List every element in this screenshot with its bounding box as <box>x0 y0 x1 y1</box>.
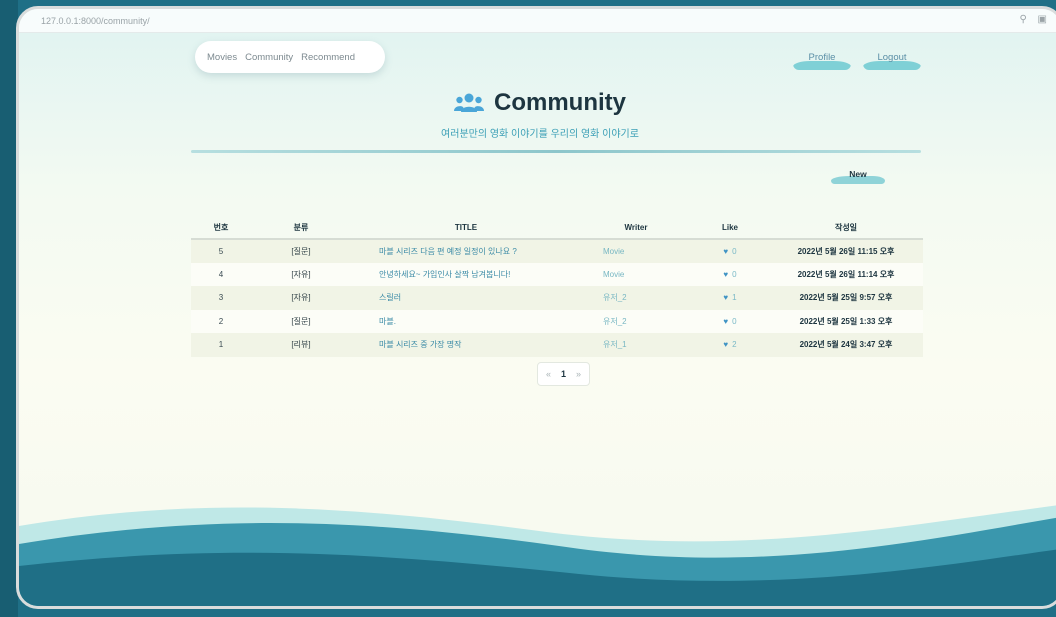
row-category: [자유] <box>251 286 351 310</box>
nav-link-recommend[interactable]: Recommend <box>301 52 355 63</box>
row-number: 2 <box>191 309 251 333</box>
browser-screen: 127.0.0.1:8000/community/ ⚲ ▣ Movies Com… <box>16 6 1056 609</box>
row-date: 2022년 5월 26일 11:15 오후 <box>769 239 923 263</box>
users-icon <box>454 93 484 112</box>
row-number: 3 <box>191 286 251 310</box>
row-title-link[interactable]: 마블 시리즈 다음 편 예정 일정이 있나요 ? <box>351 239 581 263</box>
row-number: 5 <box>191 239 251 263</box>
row-likes: ♥ 1 <box>691 286 769 310</box>
main-nav: Movies Community Recommend <box>195 41 385 73</box>
column-header-category: 분류 <box>251 217 351 240</box>
row-date: 2022년 5월 25일 1:33 오후 <box>769 309 923 333</box>
like-count: 2 <box>732 340 737 350</box>
next-page-button[interactable]: » <box>576 369 581 379</box>
row-writer: Movie <box>581 262 691 286</box>
profile-button-label: Profile <box>808 51 836 63</box>
row-likes: ♥ 2 <box>691 333 769 357</box>
row-category: [질문] <box>251 309 351 333</box>
prev-page-button[interactable]: « <box>546 369 551 379</box>
page-title-text: Community <box>494 89 626 116</box>
row-date: 2022년 5월 25일 9:57 오후 <box>769 286 923 310</box>
row-likes: ♥ 0 <box>691 262 769 286</box>
new-post-label: New <box>849 169 867 179</box>
heart-icon: ♥ <box>723 246 729 256</box>
logout-button-label: Logout <box>877 51 907 63</box>
like-count: 0 <box>732 316 737 326</box>
search-icon[interactable]: ⚲ <box>1019 14 1026 25</box>
table-row[interactable]: 5 [질문] 마블 시리즈 다음 편 예정 일정이 있나요 ? Movie ♥ 0… <box>191 239 923 263</box>
table-row[interactable]: 3 [자유] 스릴러 유저_2 ♥ 1 2022년 5월 25일 9:57 오후 <box>191 286 923 310</box>
nav-link-community[interactable]: Community <box>245 52 293 63</box>
row-title-link[interactable]: 마블 시리즈 중 가장 명작 <box>351 333 581 357</box>
translate-icon[interactable]: ▣ <box>1038 14 1047 25</box>
table-row[interactable]: 2 [질문] 마블. 유저_2 ♥ 0 2022년 5월 25일 1:33 오후 <box>191 309 923 333</box>
row-date: 2022년 5월 24일 3:47 오후 <box>769 333 923 357</box>
column-header-writer: Writer <box>581 217 691 240</box>
logout-button[interactable]: Logout <box>863 44 921 70</box>
row-number: 1 <box>191 333 251 357</box>
url-text[interactable]: 127.0.0.1:8000/community/ <box>41 16 150 26</box>
row-category: [리뷰] <box>251 333 351 357</box>
page-subtitle: 여러분만의 영화 이야기를 우리의 영화 이야기로 <box>441 129 639 140</box>
row-category: [질문] <box>251 239 351 263</box>
community-table: 번호 분류 TITLE Writer Like 작성일 5 [질문] 마블 시리… <box>191 217 923 357</box>
column-header-number: 번호 <box>191 217 251 240</box>
like-count: 1 <box>732 293 737 303</box>
row-writer: Movie <box>581 239 691 263</box>
page-header: Community 여러분만의 영화 이야기를 우리의 영화 이야기로 <box>19 89 1056 140</box>
row-category: [자유] <box>251 262 351 286</box>
page-1-button[interactable]: 1 <box>561 369 566 379</box>
row-likes: ♥ 0 <box>691 239 769 263</box>
row-writer: 유저_2 <box>581 309 691 333</box>
header-divider <box>191 150 921 153</box>
row-number: 4 <box>191 262 251 286</box>
footer-waves <box>19 505 1056 606</box>
pagination: « 1 » <box>537 362 591 386</box>
row-writer: 유저_1 <box>581 333 691 357</box>
row-likes: ♥ 0 <box>691 309 769 333</box>
address-bar[interactable]: 127.0.0.1:8000/community/ ⚲ ▣ <box>19 9 1056 33</box>
like-count: 0 <box>732 269 737 279</box>
row-title-link[interactable]: 스릴러 <box>351 286 581 310</box>
page-title: Community <box>454 89 626 117</box>
heart-icon: ♥ <box>723 340 729 350</box>
column-header-like: Like <box>691 217 769 240</box>
new-post-button[interactable]: New <box>831 164 885 184</box>
like-count: 0 <box>732 246 737 256</box>
row-date: 2022년 5월 26일 11:14 오후 <box>769 262 923 286</box>
table-row[interactable]: 4 [자유] 안녕하세요~ 가입인사 살짝 남겨봅니다! Movie ♥ 0 20… <box>191 262 923 286</box>
row-title-link[interactable]: 마블. <box>351 309 581 333</box>
profile-button[interactable]: Profile <box>793 44 851 70</box>
column-header-title: TITLE <box>351 217 581 240</box>
table-row[interactable]: 1 [리뷰] 마블 시리즈 중 가장 명작 유저_1 ♥ 2 2022년 5월 2… <box>191 333 923 357</box>
heart-icon: ♥ <box>723 269 729 279</box>
address-bar-icons: ⚲ ▣ <box>1011 14 1047 25</box>
heart-icon: ♥ <box>723 293 729 303</box>
table-header-row: 번호 분류 TITLE Writer Like 작성일 <box>191 217 923 240</box>
nav-link-movies[interactable]: Movies <box>207 52 237 63</box>
column-header-date: 작성일 <box>769 217 923 240</box>
row-writer: 유저_2 <box>581 286 691 310</box>
heart-icon: ♥ <box>723 316 729 326</box>
row-title-link[interactable]: 안녕하세요~ 가입인사 살짝 남겨봅니다! <box>351 262 581 286</box>
account-nav: Profile Logout <box>793 44 921 70</box>
